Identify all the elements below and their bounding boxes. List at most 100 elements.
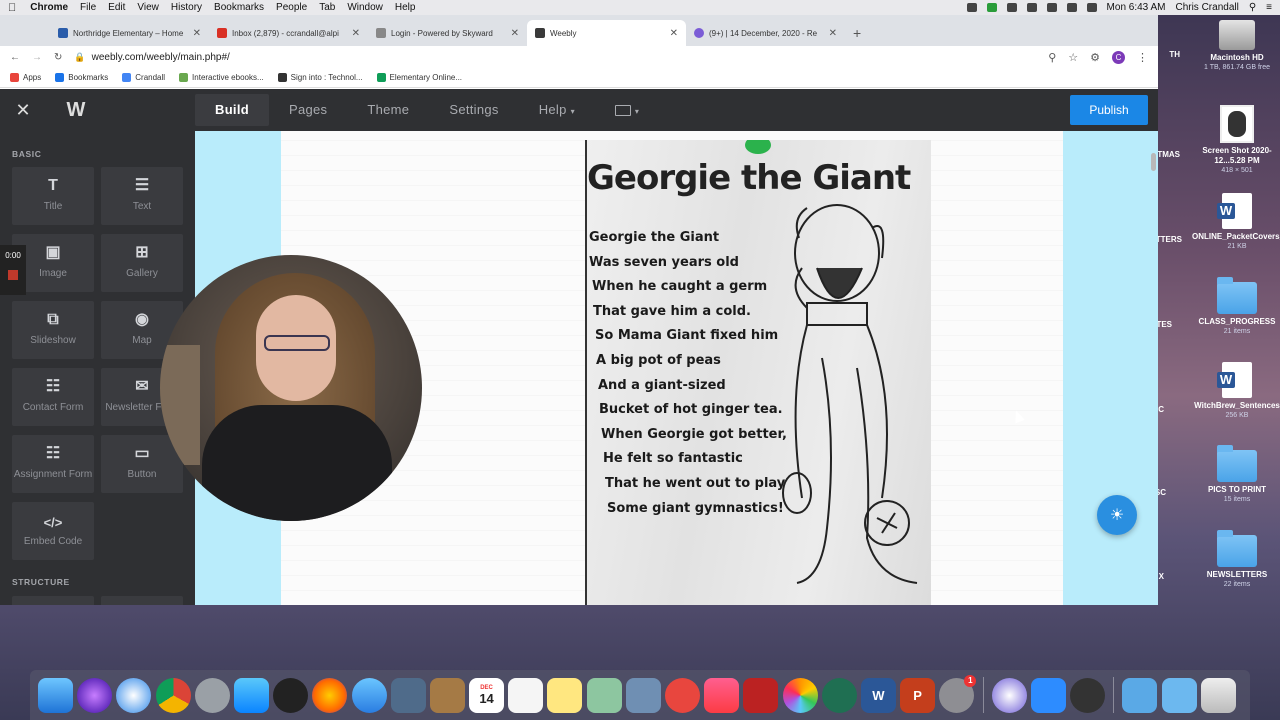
safari-icon[interactable] [116, 677, 152, 713]
forward-arrow-icon[interactable]: → [32, 52, 42, 63]
zoom-icon[interactable]: ⚲ [1048, 51, 1056, 64]
apple-icon[interactable]:  [8, 2, 16, 14]
element-gallery[interactable]: ⊞ Gallery [101, 234, 183, 292]
tab-facebook[interactable]: (9+) | 14 December, 2020 - Re ✕ [686, 20, 845, 46]
reminders-icon[interactable] [508, 677, 544, 713]
menu-item-view[interactable]: View [137, 2, 159, 13]
menu-item-history[interactable]: History [171, 2, 202, 13]
menu-item-bookmarks[interactable]: Bookmarks [214, 2, 264, 13]
quicktime-icon[interactable] [1070, 677, 1106, 713]
profile-avatar[interactable]: C [1112, 50, 1125, 64]
url-text[interactable]: weebly.com/weebly/main.php#/ [92, 52, 230, 63]
desktop-icon-witchbrew[interactable]: W WitchBrew_Sentences 256 KB [1192, 362, 1280, 421]
powerpoint-app-icon[interactable]: P [900, 677, 936, 713]
photos-icon[interactable] [782, 677, 818, 713]
grammarly-icon[interactable] [986, 3, 997, 12]
recording-widget[interactable]: 0:00 [0, 245, 26, 295]
element-assignment-form[interactable]: ☷ Assignment Form [12, 435, 94, 493]
calendar-icon[interactable]: DEC 14 [469, 677, 505, 713]
close-tab-icon[interactable]: ✕ [670, 28, 678, 39]
back-arrow-icon[interactable]: ← [10, 52, 20, 63]
nav-help[interactable]: Help ▾ [519, 89, 595, 131]
volume-icon[interactable] [1086, 3, 1097, 12]
kebab-menu-icon[interactable]: ⋮ [1137, 51, 1148, 64]
bluetooth-icon[interactable] [1026, 3, 1037, 12]
menu-item-tab[interactable]: Tab [319, 2, 335, 13]
desktop-icon-class-progress[interactable]: CLASS_PROGRESS 21 items [1192, 277, 1280, 337]
music-icon[interactable] [704, 677, 740, 713]
bookmark-interactive-ebooks[interactable]: Interactive ebooks... [179, 73, 264, 82]
tab-gmail[interactable]: Inbox (2,879) - ccrandall@alpi ✕ [209, 20, 368, 46]
screen-recorder-icon[interactable] [991, 677, 1027, 713]
desktop-icon-screenshot[interactable]: Screen Shot 2020-12...5.28 PM 418 × 501 [1192, 105, 1280, 176]
bookmark-apps[interactable]: Apps [10, 73, 41, 82]
device-preview-button[interactable]: ▾ [595, 89, 659, 131]
close-tab-icon[interactable]: ✕ [829, 28, 837, 39]
element-contact-form[interactable]: ☷ Contact Form [12, 368, 94, 426]
close-tab-icon[interactable]: ✕ [352, 28, 360, 39]
bookmark-bookmarks[interactable]: Bookmarks [55, 73, 108, 82]
applications-folder-icon[interactable] [1122, 677, 1158, 713]
publish-button[interactable]: Publish [1070, 95, 1148, 125]
menu-item-window[interactable]: Window [347, 2, 383, 13]
contacts-icon[interactable] [429, 677, 465, 713]
chrome-icon[interactable] [155, 677, 191, 713]
menu-item-help[interactable]: Help [395, 2, 416, 13]
close-editor-icon[interactable]: ✕ [0, 100, 46, 121]
airplay-icon[interactable] [1066, 3, 1077, 12]
new-tab-plus-icon[interactable]: + [853, 25, 861, 41]
trash-icon[interactable] [1200, 677, 1236, 713]
bookmark-star-icon[interactable]: ☆ [1068, 51, 1078, 64]
desktop-icon-macintosh-hd[interactable]: Macintosh HD 1 TB, 861.74 GB free [1192, 20, 1280, 73]
finder-icon[interactable] [38, 677, 73, 713]
menu-app-name[interactable]: Chrome [30, 2, 68, 13]
nav-theme[interactable]: Theme [347, 89, 429, 131]
nav-build[interactable]: Build [195, 94, 269, 126]
preview-icon[interactable] [390, 677, 426, 713]
photo-booth-icon[interactable] [743, 677, 779, 713]
messages-icon[interactable] [351, 677, 387, 713]
close-tab-icon[interactable]: ✕ [511, 28, 519, 39]
reload-icon[interactable]: ↻ [54, 52, 62, 63]
app-store-icon[interactable] [233, 677, 269, 713]
system-preferences-icon[interactable]: 1 [939, 674, 977, 713]
image-capture-icon[interactable] [625, 677, 661, 713]
control-center-icon[interactable]: ≡ [1266, 2, 1272, 13]
structure-element-1[interactable] [12, 596, 94, 605]
menubar-user[interactable]: Chris Crandall [1175, 2, 1238, 13]
lightbulb-help-icon[interactable]: ☀ [1097, 495, 1137, 535]
desktop-icon-newsletters[interactable]: NEWSLETTERS 22 items [1192, 530, 1280, 590]
bookmark-sign-into[interactable]: Sign into : Technol... [277, 73, 363, 82]
nav-pages[interactable]: Pages [269, 89, 347, 131]
launchpad-icon[interactable] [194, 677, 230, 713]
word-app-icon[interactable]: W [860, 677, 896, 713]
tab-weebly[interactable]: Weebly ✕ [527, 20, 686, 46]
spotlight-icon[interactable]: ⚲ [1249, 2, 1256, 13]
dashboard-icon[interactable] [273, 677, 309, 713]
stop-recording-icon[interactable] [8, 270, 18, 280]
menu-item-people[interactable]: People [276, 2, 307, 13]
downloads-folder-icon[interactable] [1161, 677, 1197, 713]
close-tab-icon[interactable]: ✕ [193, 28, 201, 39]
time-machine-app-icon[interactable] [821, 677, 857, 713]
bookmark-crandall[interactable]: Crandall [122, 73, 165, 82]
menubar-clock[interactable]: Mon 6:43 AM [1107, 2, 1166, 13]
structure-element-2[interactable] [101, 596, 183, 605]
desktop-icon-pics-to-print[interactable]: PICS TO PRINT 15 items [1192, 445, 1280, 505]
menu-item-file[interactable]: File [80, 2, 96, 13]
zoom-app-icon[interactable] [1030, 677, 1066, 713]
news-icon[interactable] [665, 677, 700, 713]
element-title[interactable]: T Title [12, 167, 94, 225]
wifi-icon[interactable] [1046, 3, 1057, 12]
element-embed-code[interactable]: </> Embed Code [12, 502, 94, 560]
tab-northridge[interactable]: Northridge Elementary – Home ✕ [50, 20, 209, 46]
webcam-overlay[interactable] [160, 255, 422, 521]
bookmark-elementary-online[interactable]: Elementary Online... [376, 73, 462, 82]
notes-icon[interactable] [547, 677, 583, 713]
element-slideshow[interactable]: ⧉ Slideshow [12, 301, 94, 359]
extensions-puzzle-icon[interactable]: ⚙ [1090, 51, 1100, 64]
element-text[interactable]: ☰ Text [101, 167, 183, 225]
gear-icon[interactable] [966, 3, 977, 12]
poem-image[interactable]: Georgie the Giant Georgie the Giant Was … [585, 140, 931, 605]
desktop-icon-online-packet[interactable]: W ONLINE_PacketCovers_Oct26 21 KB [1192, 193, 1280, 252]
